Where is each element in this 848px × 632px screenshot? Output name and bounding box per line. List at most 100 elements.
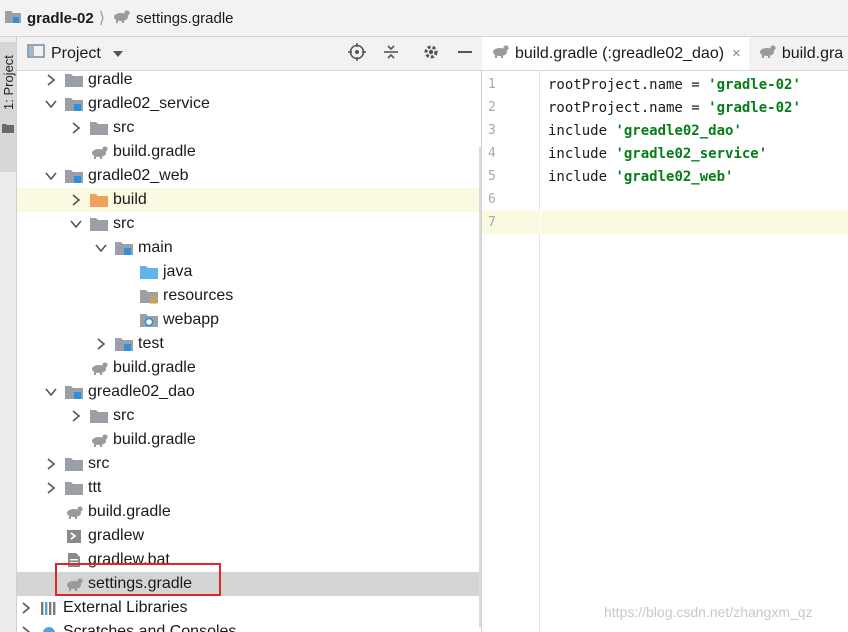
editor-tabs: build.gradle (:greadle02_dao) × build.gr… — [482, 37, 848, 71]
tab-build-gradle[interactable]: build.gra — [749, 37, 848, 70]
project-panel: Project gradle gradle02_service src build.g… — [17, 37, 482, 632]
chevron-down-icon[interactable] — [44, 385, 58, 399]
chevron-right-icon[interactable] — [94, 337, 108, 351]
tree-item[interactable]: gradlew — [17, 524, 480, 548]
breadcrumb-project[interactable]: gradle-02 — [4, 8, 94, 28]
project-view-selector[interactable]: Project — [27, 43, 123, 64]
close-icon[interactable]: × — [732, 45, 741, 62]
tree-item[interactable]: gradle — [17, 71, 480, 92]
code-text: include — [548, 122, 616, 139]
chevron-down-icon[interactable] — [94, 241, 108, 255]
tree-item[interactable]: External Libraries — [17, 596, 480, 620]
breadcrumb-file-label: settings.gradle — [135, 9, 234, 27]
code-line[interactable]: include 'gradle02_service' — [541, 142, 848, 165]
tree-item[interactable]: build.gradle — [17, 500, 480, 524]
tree-item[interactable]: resources — [17, 284, 480, 308]
chevron-down-icon[interactable] — [69, 217, 83, 231]
tree-item[interactable]: gradle02_service — [17, 92, 480, 116]
script-icon — [64, 527, 84, 545]
tree-item[interactable]: src — [17, 452, 480, 476]
tree-item[interactable]: test — [17, 332, 480, 356]
folder-icon — [89, 407, 109, 425]
line-number: 5 — [488, 169, 496, 184]
breadcrumb-project-label: gradle-02 — [27, 9, 94, 27]
project-panel-header: Project — [17, 37, 482, 71]
tree-item-label: src — [88, 455, 110, 472]
chevron-right-icon[interactable] — [69, 121, 83, 135]
gear-icon[interactable] — [422, 43, 440, 65]
tree-item-label: test — [138, 335, 164, 352]
tree-item[interactable]: main — [17, 236, 480, 260]
code-line[interactable]: rootProject.name = 'gradle-02' — [541, 96, 848, 119]
line-number: 7 — [488, 215, 496, 230]
tree-item-label: build.gradle — [113, 359, 196, 376]
hide-icon[interactable] — [456, 43, 474, 65]
tab-build-gradle-dao[interactable]: build.gradle (:greadle02_dao) × — [482, 37, 749, 70]
tree-item-label: gradle02_service — [88, 95, 210, 112]
code-line[interactable]: rootProject.name = 'gradle-02' — [541, 73, 848, 96]
tree-item[interactable]: Scratches and Consoles — [17, 620, 480, 632]
code-line[interactable] — [541, 211, 848, 234]
tree-item[interactable]: build — [17, 188, 480, 212]
module-folder-icon — [114, 335, 134, 353]
chevron-right-icon[interactable] — [69, 193, 83, 207]
tree-item-label: build.gradle — [113, 431, 196, 448]
tree-item[interactable]: src — [17, 212, 480, 236]
chevron-right-icon[interactable] — [69, 409, 83, 423]
project-tool-tab[interactable]: 1: Project — [0, 42, 16, 172]
string-literal: 'gradle02_web' — [615, 168, 734, 185]
breadcrumb-file[interactable]: settings.gradle — [111, 8, 234, 28]
locate-icon[interactable] — [348, 43, 366, 65]
code-area[interactable]: rootProject.name = 'gradle-02' rootProjec… — [541, 71, 848, 632]
tree-item-label: src — [113, 119, 135, 136]
chevron-down-icon[interactable] — [44, 97, 58, 111]
tree-item[interactable]: build.gradle — [17, 428, 480, 452]
code-line[interactable]: include 'greadle02_dao' — [541, 119, 848, 142]
tree-item[interactable]: build.gradle — [17, 356, 480, 380]
project-tree: gradle gradle02_service src build.gradle gra… — [17, 71, 482, 632]
libraries-icon — [39, 599, 59, 617]
gradle-icon — [757, 43, 777, 64]
tree-item[interactable]: src — [17, 116, 480, 140]
code-line[interactable]: include 'gradle02_web' — [541, 165, 848, 188]
tree-item-label: build — [113, 191, 147, 208]
tree-item[interactable]: build.gradle — [17, 140, 480, 164]
chevron-down-icon[interactable] — [44, 169, 58, 183]
tree-item-label: greadle02_dao — [88, 383, 195, 400]
string-literal: 'gradle-02' — [708, 76, 801, 93]
tree-item[interactable]: java — [17, 260, 480, 284]
code-text: rootProject.name = — [548, 99, 709, 116]
tree-item-label: gradle02_web — [88, 167, 189, 184]
tree-item[interactable]: ttt — [17, 476, 480, 500]
chevron-right-icon[interactable] — [44, 73, 58, 87]
tree-scrollbar[interactable] — [479, 147, 481, 627]
folder-icon — [2, 120, 14, 137]
project-tool-tab-label: 1: Project — [1, 55, 16, 110]
gradle-icon — [490, 43, 510, 64]
gradle-icon — [64, 503, 84, 521]
tree-item-label: webapp — [163, 311, 220, 328]
tab-label: build.gradle (:greadle02_dao) — [515, 44, 725, 62]
folder-icon — [64, 71, 84, 89]
tree-item-label: src — [113, 407, 135, 424]
tree-item[interactable]: src — [17, 404, 480, 428]
tree-item-label: Scratches and Consoles — [63, 623, 237, 632]
tree-item-label: gradle — [88, 71, 133, 88]
chevron-right-icon[interactable] — [44, 457, 58, 471]
scratches-icon — [39, 623, 59, 632]
tree-item[interactable]: webapp — [17, 308, 480, 332]
code-line[interactable] — [541, 188, 848, 211]
editor: build.gradle (:greadle02_dao) × build.gr… — [482, 37, 848, 632]
tree-item[interactable]: gradle02_web — [17, 164, 480, 188]
tree-item-label: gradlew — [88, 527, 145, 544]
collapse-all-icon[interactable] — [382, 43, 400, 65]
folder-icon — [64, 479, 84, 497]
tree-item[interactable]: greadle02_dao — [17, 380, 480, 404]
chevron-right-icon[interactable] — [44, 481, 58, 495]
chevron-right-icon[interactable] — [19, 625, 33, 632]
chevron-right-icon[interactable] — [19, 601, 33, 615]
